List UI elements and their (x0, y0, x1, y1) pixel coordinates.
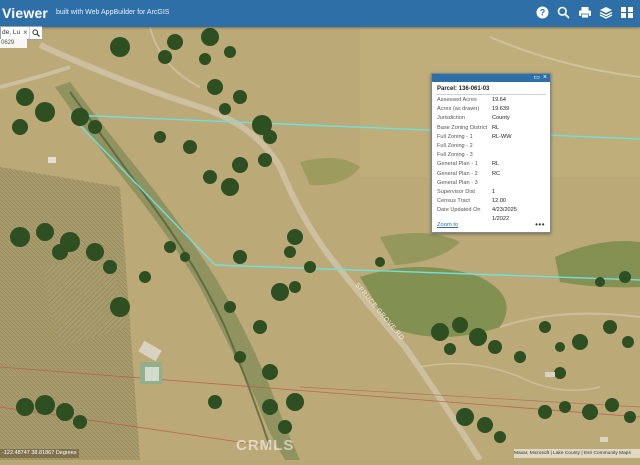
help-icon[interactable]: ? (535, 5, 550, 20)
popup-attribute-row: Full Zoning - 1 RL-WW (437, 133, 546, 142)
attribute-label: Date Updated On (437, 207, 481, 214)
search-input[interactable] (1, 27, 24, 38)
attribute-value: RC (492, 170, 501, 177)
attribute-value: RL-WW (492, 133, 512, 140)
attribute-label: Jurisdiction (437, 115, 465, 122)
popup-titlebar: ▭ × (432, 74, 550, 82)
attribute-value: RL (492, 161, 500, 168)
attribute-value: 1 (492, 188, 496, 195)
popup-attribute-row: Base Zoning District RL (437, 124, 546, 133)
attribute-label: Assessed Acres (437, 97, 477, 103)
search-suggestion[interactable]: 0629 (0, 39, 27, 48)
attribute-value: 19.64 (492, 97, 506, 103)
search-widget: × (0, 26, 42, 40)
popup-attribute-row: General Plan - 1 RL (437, 160, 546, 169)
building (48, 157, 56, 163)
maximize-icon[interactable]: ▭ (533, 74, 540, 82)
attribute-value: 12.00 (492, 198, 506, 205)
popup-attribute-row: Full Zoning - 3 (437, 151, 546, 160)
attribute-label: General Plan - 3 (437, 179, 478, 186)
attribute-label: Full Zoning - 2 (437, 142, 473, 149)
parcel-popup: ▭ × Parcel: 136-061-03 Assessed Acres 19.… (431, 73, 551, 233)
layers-icon[interactable] (598, 5, 613, 20)
attribute-value: RL (492, 124, 500, 131)
app-subtitle: built with Web AppBuilder for ArcGIS (56, 9, 170, 16)
coordinate-readout: -122.48747 38.81867 Degrees (0, 449, 79, 458)
zoom-to-link[interactable]: Zoom to (437, 222, 458, 228)
attribute-label: Acres (as drawn) (437, 106, 480, 113)
basemap-gallery-icon[interactable] (619, 5, 634, 20)
attribute-label: Full Zoning - 1 (437, 133, 473, 140)
map-attribution: Maxar, Microsoft | Lake County | Esri Co… (514, 449, 640, 458)
header-toolbar: ? (535, 5, 634, 20)
attribute-label: Full Zoning - 3 (437, 152, 473, 159)
close-icon[interactable]: × (543, 74, 547, 82)
clear-search-icon[interactable]: × (23, 27, 28, 38)
popup-attributes[interactable]: Assessed Acres 19.64 Acres (as drawn) 19.63… (432, 96, 550, 224)
popup-attribute-row: Date Updated On 4/23/2025 (437, 206, 546, 215)
attribute-value: 4/23/2025 (492, 207, 517, 214)
popup-attribute-row: Assessed Acres 19.64 (437, 96, 546, 105)
popup-attribute-row: General Plan - 2 RC (437, 170, 546, 179)
more-actions-button[interactable]: ••• (535, 220, 545, 229)
popup-title: Parcel: 136-061-03 (437, 86, 490, 92)
attribute-label: Census Tract (437, 198, 470, 205)
popup-attribute-row: Acres (as drawn) 19.639 (437, 105, 546, 114)
app-title: Viewer (2, 5, 49, 21)
attribute-label: Base Zoning District (437, 124, 488, 131)
attribute-label: General Plan - 2 (437, 170, 478, 177)
attribute-value: County (492, 115, 510, 122)
popup-attribute-row: Supervisor Dist 1 (437, 188, 546, 197)
svg-text:?: ? (540, 8, 546, 18)
app-header: Viewer built with Web AppBuilder for Arc… (0, 0, 640, 27)
print-icon[interactable] (577, 5, 592, 20)
popup-footer: Zoom to ••• (437, 220, 545, 230)
attribute-label: Supervisor Dist (437, 188, 475, 195)
popup-attribute-row: Full Zoning - 2 (437, 142, 546, 151)
search-button[interactable] (29, 27, 42, 39)
attribute-value: 19.639 (492, 106, 510, 113)
search-icon[interactable] (556, 5, 571, 20)
popup-attribute-row: General Plan - 3 (437, 179, 546, 188)
popup-attribute-row: Census Tract 12.00 (437, 197, 546, 206)
watermark: CRMLS (236, 437, 295, 454)
magnifier-icon (32, 29, 40, 37)
attribute-label: General Plan - 1 (437, 161, 478, 168)
popup-divider (436, 94, 546, 95)
popup-attribute-row: Jurisdiction County (437, 114, 546, 123)
